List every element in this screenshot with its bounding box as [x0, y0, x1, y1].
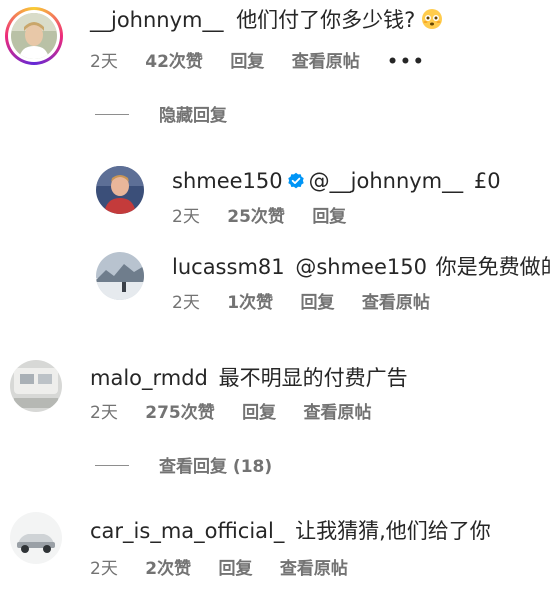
view-post-button[interactable]: 查看原帖	[362, 293, 430, 313]
reply-lucassm81: lucassm81 @shmee150 你是免费做的? 2天 1次赞 回复 查看…	[0, 240, 550, 330]
avatar[interactable]	[10, 360, 62, 412]
reply-button[interactable]: 回复	[312, 207, 346, 227]
comment-meta: 2天 42次赞 回复 查看原帖 •••	[90, 51, 448, 73]
more-options-icon[interactable]: •••	[387, 52, 426, 72]
view-replies-toggle[interactable]: 查看回复 (18)	[95, 456, 272, 478]
comment-meta: 2天 25次赞 回复	[172, 206, 368, 228]
likes-count[interactable]: 25次赞	[227, 207, 285, 227]
avatar[interactable]	[96, 166, 144, 214]
likes-count[interactable]: 1次赞	[227, 293, 273, 313]
username[interactable]: car_is_ma_official_	[90, 519, 284, 543]
comment-meta: 2天 2次赞 回复 查看原帖	[90, 558, 370, 580]
comment-meta: 2天 1次赞 回复 查看原帖	[172, 292, 452, 314]
comment-text: 最不明显的付费广告	[218, 366, 408, 390]
reply-button[interactable]: 回复	[218, 559, 252, 579]
comment-malo-rmdd: malo_rmdd 最不明显的付费广告 2天 275次赞 回复 查看原帖 查看回…	[0, 350, 550, 480]
flushed-face-icon	[422, 9, 443, 29]
view-replies-label: 查看回复 (18)	[159, 457, 273, 477]
reply-shmee150: shmee150 @__johnnym__ £0 2天 25次赞 回复	[0, 150, 550, 240]
mention-link[interactable]: @shmee150	[295, 255, 427, 279]
comment-johnnym: __johnnym__ 他们付了你多少钱? 2天 42次赞 回复 查看原帖 ••…	[0, 0, 550, 140]
timestamp: 2天	[172, 207, 200, 227]
username[interactable]: malo_rmdd	[90, 366, 208, 390]
avatar-story-ring[interactable]	[5, 7, 63, 65]
timestamp: 2天	[90, 52, 118, 72]
thread-divider	[95, 465, 129, 466]
thread-divider	[95, 114, 129, 115]
reply-button[interactable]: 回复	[230, 52, 264, 72]
reply-button[interactable]: 回复	[300, 293, 334, 313]
avatar	[11, 13, 57, 59]
view-post-button[interactable]: 查看原帖	[292, 52, 360, 72]
comment-meta: 2天 275次赞 回复 查看原帖	[90, 402, 394, 424]
comment-text: 让我猜猜,他们给了你	[295, 519, 491, 543]
comment-text: 他们付了你多少钱?	[236, 8, 416, 32]
username[interactable]: shmee150	[172, 169, 283, 193]
comment-text-line: malo_rmdd 最不明显的付费广告	[90, 364, 408, 392]
username[interactable]: lucassm81	[172, 255, 285, 279]
comment-text: 你是免费做的?	[435, 255, 550, 279]
timestamp: 2天	[90, 403, 118, 423]
timestamp: 2天	[90, 559, 118, 579]
comment-text-line: car_is_ma_official_ 让我猜猜,他们给了你	[90, 517, 491, 545]
comment-car-is-ma-official: car_is_ma_official_ 让我猜猜,他们给了你 2天 2次赞 回复…	[0, 500, 550, 592]
comment-text-line: __johnnym__ 他们付了你多少钱?	[90, 6, 443, 34]
hide-replies-toggle[interactable]: 隐藏回复	[95, 105, 227, 127]
username[interactable]: __johnnym__	[90, 8, 224, 32]
reply-button[interactable]: 回复	[242, 403, 276, 423]
avatar[interactable]	[96, 252, 144, 300]
avatar[interactable]	[10, 512, 62, 564]
comment-text-line: lucassm81 @shmee150 你是免费做的?	[172, 253, 550, 281]
comment-text: £0	[473, 169, 501, 193]
mention-link[interactable]: @__johnnym__	[309, 169, 464, 193]
hide-replies-label: 隐藏回复	[159, 106, 227, 126]
verified-badge-icon	[287, 172, 304, 189]
view-post-button[interactable]: 查看原帖	[304, 403, 372, 423]
timestamp: 2天	[172, 293, 200, 313]
likes-count[interactable]: 42次赞	[145, 52, 203, 72]
likes-count[interactable]: 275次赞	[145, 403, 215, 423]
view-post-button[interactable]: 查看原帖	[280, 559, 348, 579]
comment-text-line: shmee150 @__johnnym__ £0	[172, 167, 501, 195]
likes-count[interactable]: 2次赞	[145, 559, 191, 579]
